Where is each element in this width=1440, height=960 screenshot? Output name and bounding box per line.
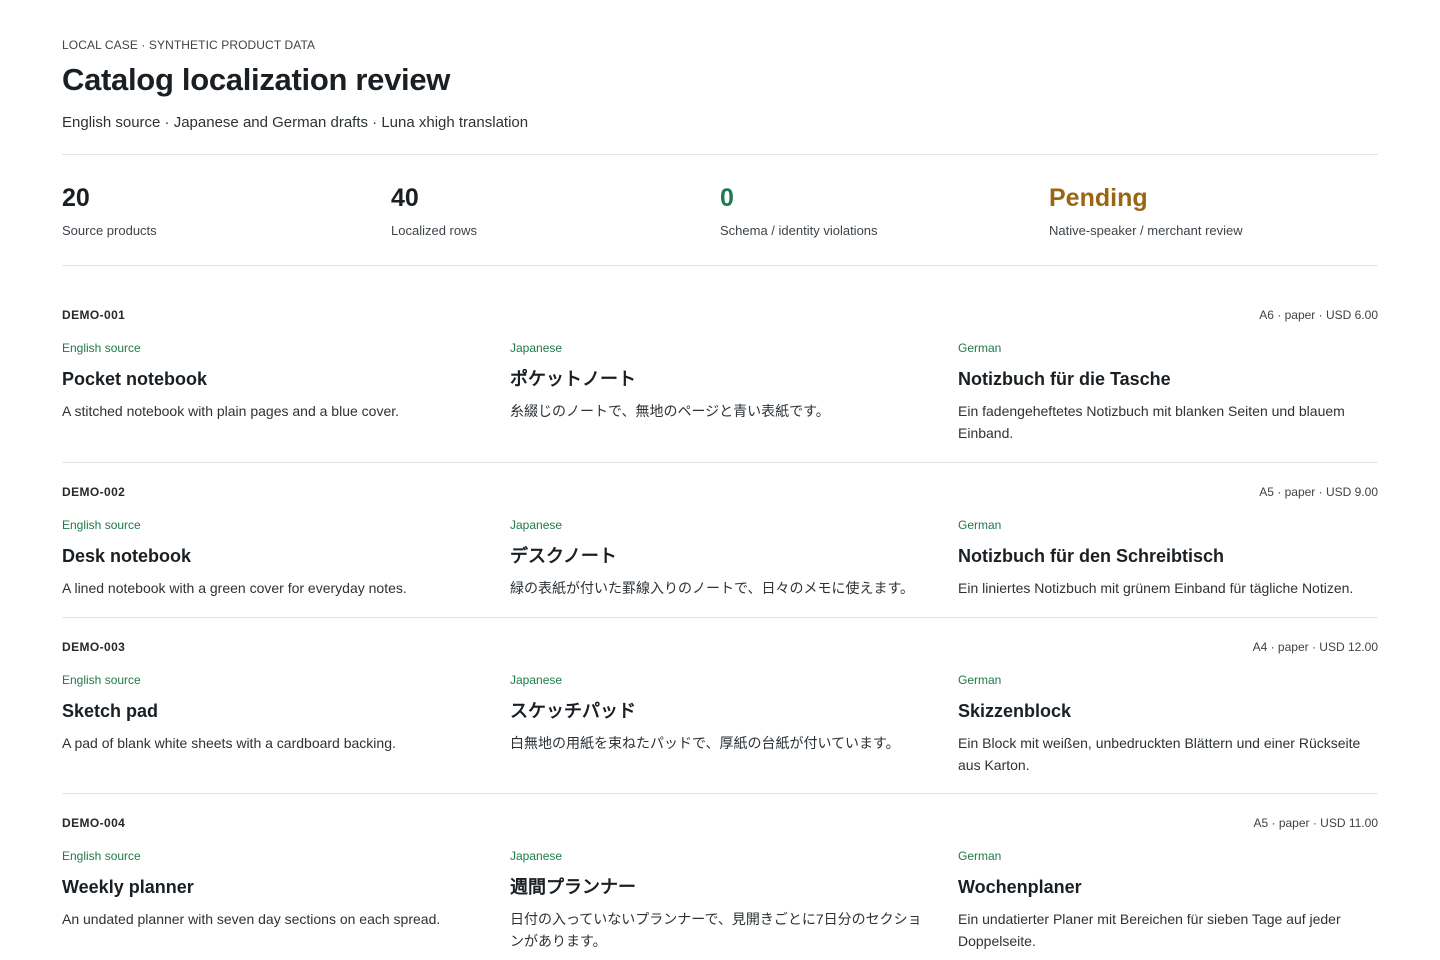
- product-name: 週間プランナー: [510, 877, 636, 897]
- metrics-divider: [62, 265, 1378, 266]
- metric-value: Pending: [1049, 184, 1148, 212]
- eyebrow-label: LOCAL CASE · SYNTHETIC PRODUCT DATA: [62, 38, 316, 52]
- product-name: ポケットノート: [510, 369, 636, 389]
- product-description: 緑の表紙が付いた罫線入りのノートで、日々のメモに使えます。: [510, 580, 915, 596]
- product-description: An undated planner with seven day sectio…: [62, 911, 441, 927]
- product-name: Wochenplaner: [958, 877, 1082, 897]
- product-description: 白無地の用紙を束ねたパッドで、厚紙の台紙が付いています。: [510, 735, 900, 751]
- metric-label: Native-speaker / merchant review: [1049, 223, 1243, 238]
- product-name: デスクノート: [510, 546, 617, 566]
- language-label: English source: [62, 341, 141, 355]
- product-description: Ein Block mit weißen, unbedruckten Blätt…: [958, 735, 1361, 773]
- translation-japanese: Japanese デスクノート 緑の表紙が付いた罫線入りのノートで、日々のメモに…: [510, 517, 930, 599]
- metric-value: 40: [391, 184, 419, 212]
- product-name: Skizzenblock: [958, 701, 1072, 721]
- product-description: Ein undatierter Planer mit Bereichen für…: [958, 911, 1341, 949]
- language-label: English source: [62, 849, 141, 863]
- translation-japanese: Japanese ポケットノート 糸綴じのノートで、無地のページと青い表紙です。: [510, 340, 930, 422]
- product-description: Ein liniertes Notizbuch mit grünem Einba…: [958, 580, 1354, 596]
- language-label: Japanese: [510, 518, 563, 532]
- product-meta: A4 · paper · USD 12.00: [1252, 640, 1378, 654]
- metric-label: Source products: [62, 223, 157, 238]
- metrics-row: 20 Source products 40 Localized rows 0 S…: [62, 182, 1378, 238]
- translation-german: German Notizbuch für den Schreibtisch Ei…: [958, 517, 1378, 599]
- translation-german: German Notizbuch für die Tasche Ein fade…: [958, 340, 1378, 444]
- product-name: Desk notebook: [62, 546, 192, 566]
- product-name: Weekly planner: [62, 877, 194, 897]
- language-label: Japanese: [510, 673, 563, 687]
- page-subtitle: English source · Japanese and German dra…: [62, 114, 529, 131]
- product-name: Pocket notebook: [62, 369, 208, 389]
- translation-english: English source Weekly planner An undated…: [62, 848, 482, 930]
- row-divider: [62, 793, 1378, 794]
- product-name: Notizbuch für die Tasche: [958, 369, 1171, 389]
- language-label: German: [958, 673, 1002, 687]
- product-sku: DEMO-003: [62, 640, 126, 654]
- translation-english: English source Desk notebook A lined not…: [62, 517, 482, 599]
- header-divider: [62, 154, 1378, 155]
- product-description: 日付の入っていないプランナーで、見開きごとに7日分のセクションがあります。: [510, 911, 922, 949]
- product-meta: A5 · paper · USD 11.00: [1253, 816, 1378, 830]
- language-label: English source: [62, 518, 141, 532]
- product-meta: A6 · paper · USD 6.00: [1259, 308, 1378, 322]
- product-description: A pad of blank white sheets with a cardb…: [62, 735, 396, 751]
- page-title: Catalog localization review: [62, 62, 451, 97]
- translation-german: German Wochenplaner Ein undatierter Plan…: [958, 848, 1378, 952]
- product-sku: DEMO-001: [62, 308, 126, 322]
- metric-source-products: 20 Source products: [62, 182, 391, 238]
- metric-localized-rows: 40 Localized rows: [391, 182, 720, 238]
- product-sku: DEMO-004: [62, 816, 126, 830]
- product-name: スケッチパッド: [510, 701, 636, 721]
- language-label: German: [958, 341, 1002, 355]
- product-description: 糸綴じのノートで、無地のページと青い表紙です。: [510, 403, 830, 419]
- language-label: German: [958, 849, 1002, 863]
- language-label: German: [958, 518, 1002, 532]
- metric-value: 0: [720, 184, 734, 212]
- row-divider: [62, 617, 1378, 618]
- metric-violations: 0 Schema / identity violations: [720, 182, 1049, 238]
- translation-english: English source Sketch pad A pad of blank…: [62, 672, 482, 754]
- product-name: Notizbuch für den Schreibtisch: [958, 546, 1225, 566]
- product-description: Ein fadengeheftetes Notizbuch mit blanke…: [958, 403, 1345, 441]
- product-meta: A5 · paper · USD 9.00: [1259, 485, 1378, 499]
- product-sku: DEMO-002: [62, 485, 126, 499]
- language-label: Japanese: [510, 341, 563, 355]
- translation-german: German Skizzenblock Ein Block mit weißen…: [958, 672, 1378, 776]
- product-description: A stitched notebook with plain pages and…: [62, 403, 400, 419]
- product-description: A lined notebook with a green cover for …: [62, 580, 407, 596]
- metric-value: 20: [62, 184, 90, 212]
- metric-label: Localized rows: [391, 223, 477, 238]
- language-label: Japanese: [510, 849, 563, 863]
- language-label: English source: [62, 673, 141, 687]
- metric-review-status: Pending Native-speaker / merchant review: [1049, 182, 1378, 238]
- translation-english: English source Pocket notebook A stitche…: [62, 340, 482, 422]
- product-name: Sketch pad: [62, 701, 159, 721]
- metric-label: Schema / identity violations: [720, 223, 878, 238]
- row-divider: [62, 462, 1378, 463]
- translation-japanese: Japanese スケッチパッド 白無地の用紙を束ねたパッドで、厚紙の台紙が付い…: [510, 672, 930, 754]
- translation-japanese: Japanese 週間プランナー 日付の入っていないプランナーで、見開きごとに7…: [510, 848, 930, 952]
